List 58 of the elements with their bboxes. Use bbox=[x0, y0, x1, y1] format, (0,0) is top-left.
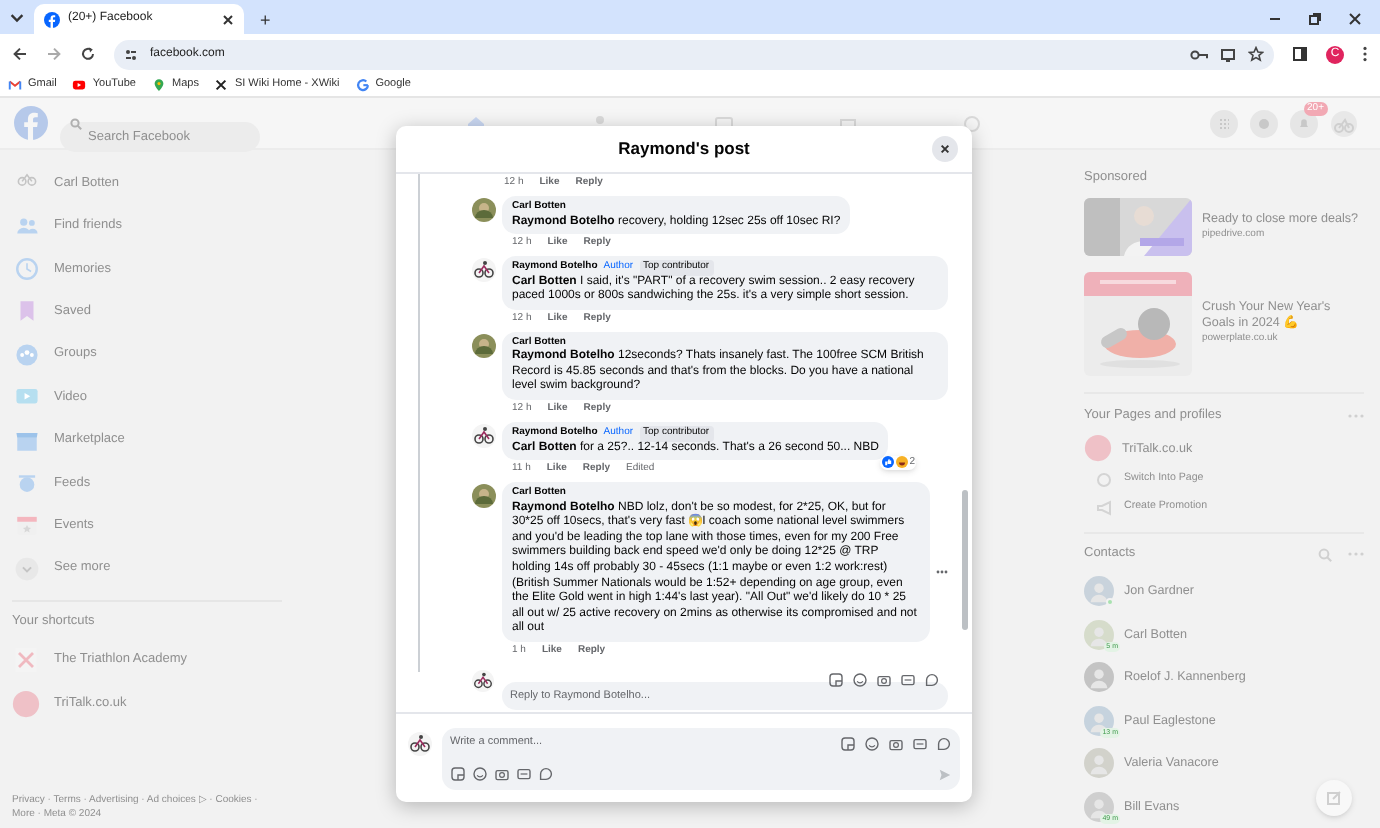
side-panel-icon[interactable] bbox=[1292, 46, 1308, 62]
restore-icon[interactable] bbox=[1308, 12, 1322, 26]
avatar-icon bbox=[472, 198, 496, 222]
round-logo-icon bbox=[1084, 434, 1112, 463]
megaphone-icon bbox=[1096, 500, 1112, 517]
star-icon[interactable] bbox=[1248, 46, 1264, 62]
dialog-title: Raymond's post bbox=[618, 136, 750, 162]
new-tab-button[interactable]: + bbox=[252, 6, 279, 34]
avatar-icon bbox=[408, 732, 432, 756]
screen-cast-icon[interactable] bbox=[1220, 47, 1236, 61]
avatar-icon bbox=[472, 258, 496, 283]
map-pin-icon bbox=[152, 78, 166, 92]
laughing-face-icon bbox=[895, 456, 908, 469]
groups-icon bbox=[14, 341, 40, 368]
smiley-icon[interactable] bbox=[472, 766, 488, 782]
key-icon[interactable] bbox=[1190, 47, 1208, 61]
more-options-icon[interactable] bbox=[936, 569, 948, 574]
camera-icon[interactable] bbox=[876, 672, 892, 688]
avatar-icon bbox=[472, 333, 496, 358]
chevron-down-icon bbox=[14, 555, 40, 582]
facebook-logo-icon bbox=[44, 11, 60, 27]
avatar-icon bbox=[472, 484, 496, 509]
edit-icon bbox=[1326, 790, 1342, 806]
avatar-icon bbox=[1084, 662, 1114, 693]
feed-icon bbox=[14, 469, 40, 496]
smiley-icon[interactable] bbox=[852, 672, 868, 688]
avatar-icon bbox=[472, 424, 496, 449]
close-button[interactable] bbox=[932, 136, 958, 162]
search-icon bbox=[70, 117, 82, 129]
camera-icon[interactable] bbox=[888, 736, 904, 752]
smiley-icon[interactable] bbox=[864, 736, 880, 752]
more-menu-icon[interactable] bbox=[1362, 46, 1368, 62]
avatar-icon bbox=[1084, 791, 1114, 822]
avatar-icon bbox=[1084, 576, 1114, 607]
avatar-icon bbox=[1084, 705, 1114, 736]
cross-mark-icon bbox=[214, 78, 229, 92]
back-arrow-icon[interactable] bbox=[12, 46, 28, 62]
close-icon[interactable] bbox=[1348, 12, 1362, 26]
reload-icon[interactable] bbox=[80, 46, 96, 62]
avatar-icon bbox=[1084, 619, 1114, 650]
avatar-icon bbox=[1084, 748, 1114, 779]
camera-icon[interactable] bbox=[494, 766, 510, 782]
round-logo-icon bbox=[12, 689, 40, 718]
people-icon bbox=[14, 213, 40, 240]
gmail-icon bbox=[8, 78, 22, 92]
clock-icon bbox=[14, 255, 40, 282]
thumbs-up-icon bbox=[881, 456, 894, 469]
scrollbar[interactable] bbox=[962, 490, 968, 630]
close-icon bbox=[940, 144, 950, 154]
gif-icon[interactable] bbox=[912, 736, 928, 752]
chevron-down-icon[interactable] bbox=[8, 8, 26, 26]
site-info-icon bbox=[124, 47, 138, 61]
gif-icon[interactable] bbox=[900, 672, 916, 688]
close-icon[interactable] bbox=[222, 13, 234, 25]
minimize-icon[interactable] bbox=[1268, 12, 1282, 26]
gif-icon[interactable] bbox=[516, 766, 532, 782]
google-icon bbox=[355, 78, 370, 92]
avatar-icon bbox=[472, 669, 494, 691]
